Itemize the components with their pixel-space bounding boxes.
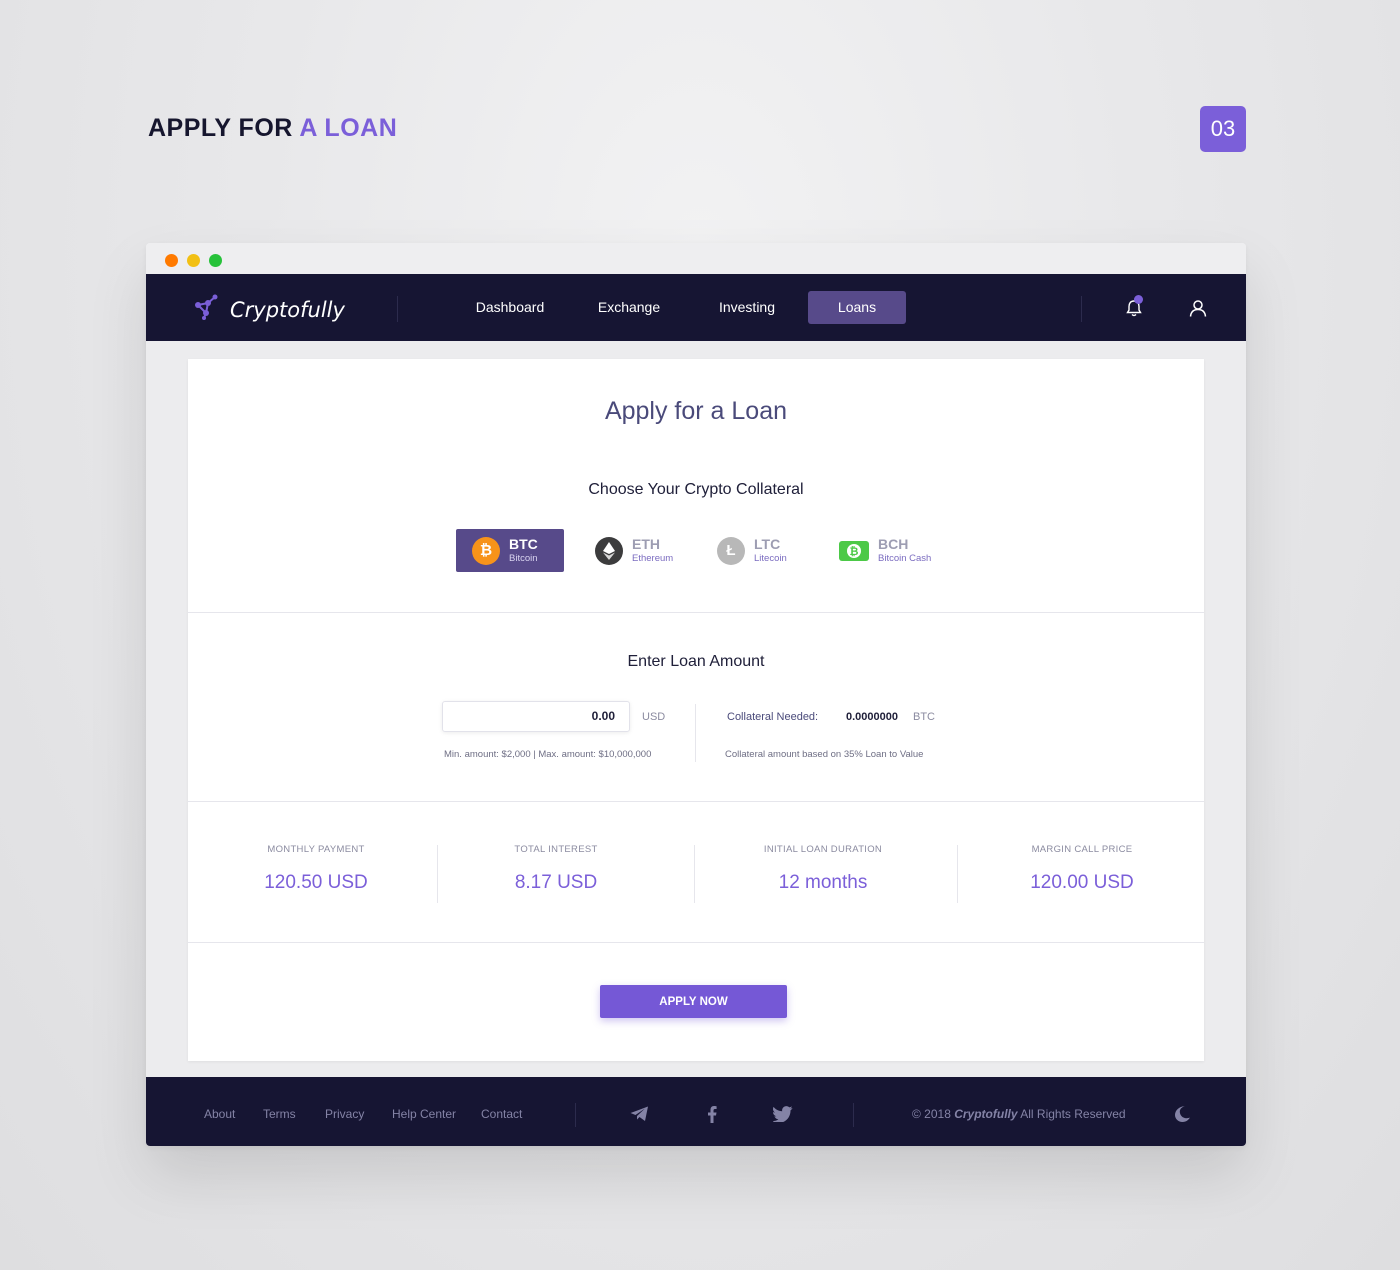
stat-monthly-payment: MONTHLY PAYMENT 120.50 USD	[216, 844, 416, 894]
ethereum-icon	[595, 536, 623, 565]
maximize-window-dot[interactable]	[209, 254, 222, 267]
collateral-label: Choose Your Crypto Collateral	[588, 481, 804, 498]
minimize-window-dot[interactable]	[187, 254, 200, 267]
nav-investing[interactable]: Investing	[700, 291, 794, 324]
section-divider	[188, 942, 1204, 943]
coin-name: Bitcoin Cash	[878, 553, 932, 564]
amount-divider	[695, 704, 696, 762]
stat-divider	[437, 845, 438, 903]
amount-hint: Min. amount: $2,000 | Max. amount: $10,0…	[444, 749, 652, 760]
top-navbar: Cryptofully Dashboard Exchange Investing…	[146, 274, 1246, 341]
bell-icon[interactable]	[1125, 295, 1143, 318]
stat-value: 8.17 USD	[514, 872, 598, 893]
stat-value: 12 months	[778, 872, 868, 893]
step-badge: 03	[1200, 106, 1246, 152]
bitcoin-cash-icon: ₿	[839, 540, 869, 561]
coin-option-ltc[interactable]: Ł LTC Litecoin	[717, 529, 817, 572]
footer: About Terms Privacy Help Center Contact …	[146, 1077, 1246, 1146]
stat-loan-duration: INITIAL LOAN DURATION 12 months	[723, 844, 923, 894]
nav-loans[interactable]: Loans	[808, 291, 906, 324]
footer-link-contact[interactable]: Contact	[481, 1107, 522, 1121]
stat-label: MARGIN CALL PRICE	[1031, 844, 1133, 855]
stat-label: MONTHLY PAYMENT	[267, 844, 365, 855]
section-divider	[188, 801, 1204, 802]
footer-link-terms[interactable]: Terms	[263, 1107, 296, 1121]
coin-symbol: BCH	[878, 536, 909, 552]
heading-accent: A LOAN	[299, 114, 398, 142]
app-logo[interactable]: Cryptofully	[194, 294, 345, 325]
copyright-prefix: © 2018	[912, 1107, 951, 1121]
coin-name: Litecoin	[754, 553, 787, 564]
app-window: Cryptofully Dashboard Exchange Investing…	[146, 243, 1246, 1146]
nav-divider	[397, 296, 398, 322]
footer-link-privacy[interactable]: Privacy	[325, 1107, 364, 1121]
stat-label: INITIAL LOAN DURATION	[763, 844, 883, 855]
coin-symbol: BTC	[509, 536, 538, 552]
coin-name: Ethereum	[632, 553, 674, 564]
apply-now-button[interactable]: APPLY NOW	[600, 985, 787, 1018]
copyright: © 2018 Cryptofully All Rights Reserved	[912, 1107, 1126, 1121]
loan-card: Apply for a Loan Choose Your Crypto Coll…	[188, 359, 1204, 1061]
coin-symbol: LTC	[754, 536, 781, 552]
heading-prefix: APPLY FOR	[148, 114, 293, 142]
window-titlebar	[146, 243, 1246, 274]
footer-link-about[interactable]: About	[204, 1107, 235, 1121]
card-title: Apply for a Loan	[604, 397, 788, 425]
nav-divider	[1081, 296, 1082, 322]
facebook-icon[interactable]	[702, 1103, 722, 1125]
stat-divider	[694, 845, 695, 903]
loan-amount-label: Enter Loan Amount	[627, 653, 765, 670]
coin-symbol: ETH	[632, 536, 660, 552]
section-divider	[188, 612, 1204, 613]
coin-name: Bitcoin	[509, 553, 538, 564]
page-heading: APPLY FOR A LOAN	[148, 114, 397, 143]
collateral-needed-unit: BTC	[913, 711, 935, 723]
collateral-hint: Collateral amount based on 35% Loan to V…	[725, 749, 924, 760]
logo-icon	[194, 294, 218, 325]
collateral-needed-label: Collateral Needed:	[727, 711, 819, 723]
telegram-icon[interactable]	[628, 1103, 650, 1125]
collateral-needed-value: 0.0000000	[846, 711, 898, 723]
stat-value: 120.50 USD	[264, 872, 368, 893]
stat-total-interest: TOTAL INTEREST 8.17 USD	[456, 844, 656, 894]
notification-dot	[1134, 295, 1143, 304]
copyright-brand: Cryptofully	[954, 1107, 1018, 1121]
loan-amount-input[interactable]: 0.00	[442, 701, 630, 732]
logo-text: Cryptofully	[230, 297, 345, 322]
nav-exchange[interactable]: Exchange	[582, 291, 676, 324]
coin-option-bch[interactable]: ₿ BCH Bitcoin Cash	[839, 529, 949, 572]
coin-option-eth[interactable]: ETH Ethereum	[595, 529, 695, 572]
moon-icon[interactable]	[1172, 1104, 1192, 1124]
stat-value: 120.00 USD	[1030, 872, 1134, 893]
footer-divider	[575, 1103, 576, 1127]
footer-link-help-center[interactable]: Help Center	[392, 1107, 456, 1121]
stat-divider	[957, 845, 958, 903]
nav-dashboard[interactable]: Dashboard	[462, 291, 558, 324]
user-icon[interactable]	[1189, 299, 1207, 317]
stat-label: TOTAL INTEREST	[514, 844, 598, 855]
close-window-dot[interactable]	[165, 254, 178, 267]
bitcoin-icon: ₿	[472, 536, 500, 565]
twitter-icon[interactable]	[772, 1103, 794, 1125]
copyright-suffix: All Rights Reserved	[1020, 1107, 1126, 1121]
svg-text:₿: ₿	[850, 546, 859, 558]
amount-unit: USD	[642, 711, 666, 723]
litecoin-icon: Ł	[717, 536, 745, 565]
stat-margin-call-price: MARGIN CALL PRICE 120.00 USD	[982, 844, 1182, 894]
footer-divider	[853, 1103, 854, 1127]
coin-option-btc[interactable]: ₿ BTC Bitcoin	[456, 529, 564, 572]
